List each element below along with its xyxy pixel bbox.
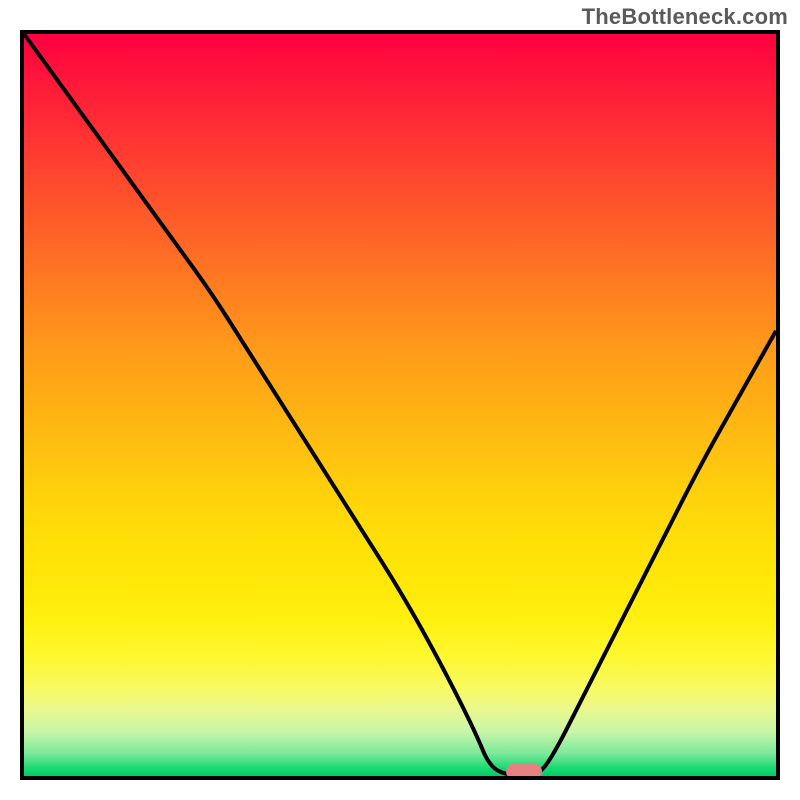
optimum-marker xyxy=(506,764,542,779)
bottleneck-curve xyxy=(24,34,776,776)
plot-frame xyxy=(20,30,780,780)
curve-path xyxy=(24,34,776,776)
watermark-label: TheBottleneck.com xyxy=(582,4,788,30)
chart-container: TheBottleneck.com xyxy=(0,0,800,800)
